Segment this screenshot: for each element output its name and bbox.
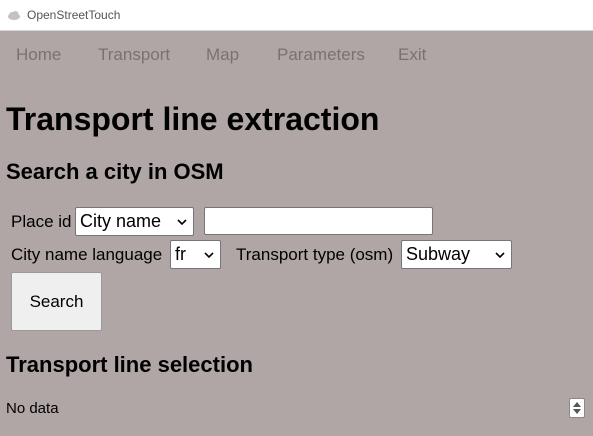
search-button[interactable]: Search bbox=[11, 272, 102, 331]
transport-line-empty-text: No data bbox=[6, 400, 59, 417]
menu-item-transport[interactable]: Transport bbox=[98, 45, 170, 65]
main-menu: Home Transport Map Parameters Exit bbox=[0, 31, 593, 79]
chevron-down-icon bbox=[495, 252, 505, 259]
page-title: Transport line extraction bbox=[6, 101, 380, 137]
place-id-type-value: City name bbox=[80, 211, 162, 231]
chevron-down-icon bbox=[204, 252, 214, 259]
spinner-arrows-icon bbox=[573, 402, 581, 414]
place-id-label: Place id bbox=[11, 212, 72, 231]
transport-type-label: Transport type (osm) bbox=[236, 245, 394, 264]
menu-item-parameters[interactable]: Parameters bbox=[277, 45, 365, 65]
menu-item-exit[interactable]: Exit bbox=[398, 45, 426, 65]
transport-line-spinner[interactable] bbox=[569, 398, 585, 418]
window-title: OpenStreetTouch bbox=[27, 8, 121, 22]
place-id-type-select[interactable]: City name bbox=[75, 207, 194, 236]
app-cloud-icon bbox=[8, 11, 20, 20]
city-name-language-label: City name language bbox=[11, 245, 163, 264]
menu-item-map[interactable]: Map bbox=[206, 45, 239, 65]
window-titlebar: OpenStreetTouch bbox=[0, 0, 593, 31]
city-name-language-value: fr bbox=[175, 244, 186, 264]
search-section-heading: Search a city in OSM bbox=[6, 159, 224, 184]
city-name-input[interactable] bbox=[204, 207, 433, 235]
menu-item-home[interactable]: Home bbox=[16, 45, 61, 65]
transport-type-value: Subway bbox=[406, 244, 471, 264]
chevron-down-icon bbox=[177, 219, 187, 226]
selection-section-heading: Transport line selection bbox=[6, 352, 253, 377]
city-name-language-select[interactable]: fr bbox=[170, 240, 221, 269]
transport-type-select[interactable]: Subway bbox=[401, 240, 512, 269]
